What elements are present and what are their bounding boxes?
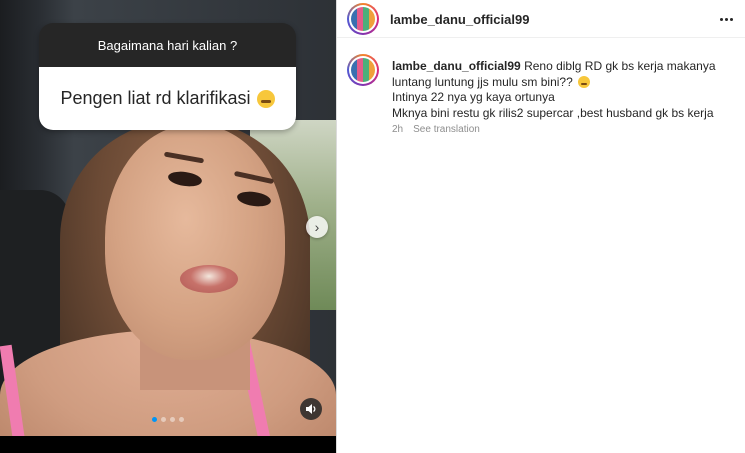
question-answer-row: Pengen liat rd klarifikasi: [39, 67, 296, 130]
comment-time: 2h: [392, 124, 404, 135]
post-username[interactable]: lambe_danu_official99: [390, 12, 529, 27]
chevron-right-icon: ›: [314, 219, 320, 235]
question-sticker: Bagaimana hari kalian ? Pengen liat rd k…: [39, 23, 296, 130]
comment-text: lambe_danu_official99 Reno diblg RD gk b…: [392, 59, 732, 121]
comment-line-2: Intinya 22 nya yg kaya ortunya: [392, 90, 555, 104]
more-options-icon[interactable]: [716, 9, 736, 29]
see-translation-link[interactable]: See translation: [413, 124, 480, 135]
carousel-dot: [179, 417, 184, 422]
comment-line-3: Mknya bini restu gk rilis2 supercar ,bes…: [392, 105, 714, 120]
question-title: Bagaimana hari kalian ?: [39, 23, 296, 67]
next-slide-button[interactable]: ›: [306, 216, 328, 238]
thinking-emoji-icon: [256, 89, 275, 108]
comment-avatar[interactable]: [347, 54, 379, 86]
comment-username[interactable]: lambe_danu_official99: [392, 59, 521, 73]
mouth: [180, 265, 238, 293]
post-header: lambe_danu_official99: [337, 0, 745, 38]
comment-meta: 2h See translation: [392, 124, 480, 135]
avatar[interactable]: [347, 3, 379, 35]
post-media[interactable]: Bagaimana hari kalian ? Pengen liat rd k…: [0, 0, 336, 453]
carousel-dot: [152, 417, 157, 422]
question-answer: Pengen liat rd klarifikasi: [60, 88, 251, 108]
mute-toggle-button[interactable]: [300, 398, 322, 420]
carousel-indicator: [152, 417, 184, 422]
speaker-icon: [306, 404, 316, 414]
carousel-dot: [161, 417, 166, 422]
carousel-dot: [170, 417, 175, 422]
post-panel: lambe_danu_official99 lambe_danu_officia…: [336, 0, 745, 453]
grinning-emoji-icon: [578, 75, 591, 88]
